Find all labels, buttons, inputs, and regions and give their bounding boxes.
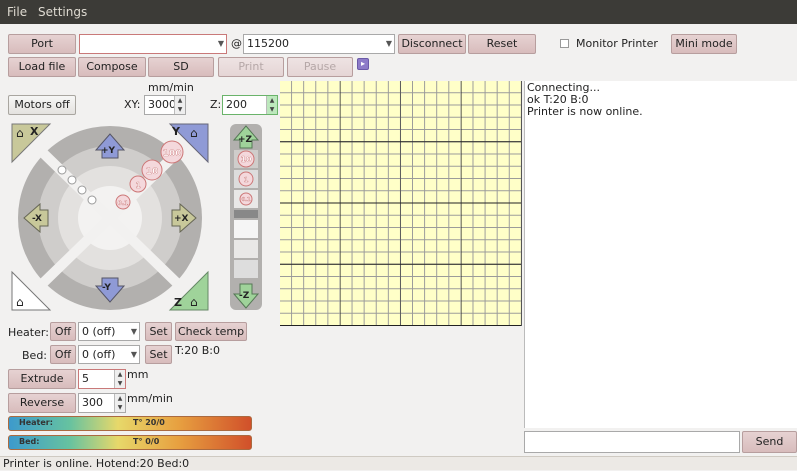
motors-off-button[interactable]: Motors off xyxy=(8,95,76,115)
step-100-label: 100 xyxy=(163,149,182,159)
plus-x-label: +X xyxy=(174,214,189,224)
feedrate-units-label: mm/min xyxy=(148,81,194,94)
heater-label: Heater: xyxy=(8,326,49,339)
baud-select[interactable]: 115200 ▼ xyxy=(243,34,395,54)
pause-button[interactable]: Pause xyxy=(287,57,353,77)
bed-set-button[interactable]: Set xyxy=(145,345,172,364)
z-jog-bar[interactable]: +Z -Z 10 1 0.1 xyxy=(228,122,264,312)
extrude-button[interactable]: Extrude xyxy=(8,369,76,389)
plus-y-label: +Y xyxy=(101,146,116,156)
extrude-rate-value: 300 xyxy=(82,396,103,409)
bed-gauge-name: Bed: xyxy=(19,437,40,446)
z-feedrate-input[interactable]: 200 ▲ ▼ xyxy=(222,95,278,115)
heater-gauge-name: Heater: xyxy=(19,418,53,427)
home-x-icon: ⌂ xyxy=(16,126,24,140)
extrude-length-value: 5 xyxy=(82,372,89,385)
z-step-1-label: 1 xyxy=(244,176,249,184)
send-button[interactable]: Send xyxy=(742,431,797,453)
monitor-printer-checkbox[interactable] xyxy=(560,39,569,48)
home-y-icon: ⌂ xyxy=(190,126,198,140)
spin-arrows-icon[interactable]: ▲ ▼ xyxy=(114,370,125,388)
temp-readout: T:20 B:0 xyxy=(175,344,220,357)
bed-off-button[interactable]: Off xyxy=(50,345,76,364)
z-down-0-1-button[interactable] xyxy=(234,220,258,238)
bed-gauge-reading: T° 0/0 xyxy=(133,437,160,446)
home-z-icon: ⌂ xyxy=(190,295,198,309)
monitor-printer-label: Monitor Printer xyxy=(576,37,658,50)
plus-z-label: +Z xyxy=(238,135,253,145)
minus-x-label: -X xyxy=(32,214,42,224)
heater-off-button[interactable]: Off xyxy=(50,322,76,341)
home-all-icon: ⌂ xyxy=(16,295,24,309)
step-0-1-label: 0.1 xyxy=(118,200,129,207)
home-y-label: Y xyxy=(171,125,181,138)
menu-bar: File Settings xyxy=(0,0,797,24)
command-input[interactable] xyxy=(524,431,740,453)
xy-feedrate-input[interactable]: 3000 ▲ ▼ xyxy=(144,95,186,115)
z-down-1-button[interactable] xyxy=(234,240,258,258)
heater-gauge-reading: T° 20/0 xyxy=(133,418,165,427)
step-10-label: 10 xyxy=(146,167,159,177)
chevron-down-icon: ▼ xyxy=(217,39,224,48)
z-step-10-label: 10 xyxy=(240,155,252,164)
baud-select-value: 115200 xyxy=(247,37,289,50)
at-label: @ xyxy=(231,37,242,50)
bed-label: Bed: xyxy=(22,349,48,362)
menu-file[interactable]: File xyxy=(7,5,27,19)
z-down-10-button[interactable] xyxy=(234,260,258,278)
spin-arrows-icon[interactable]: ▲ ▼ xyxy=(114,394,125,412)
minus-z-label: -Z xyxy=(239,291,250,301)
heater-gauge: Heater: T° 20/0 xyxy=(8,416,252,431)
menu-settings[interactable]: Settings xyxy=(38,5,87,19)
xy-feedrate-label: XY: xyxy=(124,98,141,111)
extrude-rate-input[interactable]: 300 ▲ ▼ xyxy=(78,393,126,413)
minus-y-label: -Y xyxy=(102,283,111,293)
recover-icon[interactable]: ▸ xyxy=(357,58,369,70)
reverse-button[interactable]: Reverse xyxy=(8,393,76,413)
z-feedrate-label: Z: xyxy=(210,98,222,111)
heater-temp-select[interactable]: 0 (off) ▼ xyxy=(78,322,140,341)
print-button[interactable]: Print xyxy=(218,57,284,77)
extrude-unit-label: mm xyxy=(127,368,149,381)
z-feedrate-value: 200 xyxy=(226,98,247,111)
z-step-0-1-label: 0.1 xyxy=(242,197,251,203)
extrude-rate-unit-label: mm/min xyxy=(127,392,173,405)
xy-feedrate-value: 3000 xyxy=(148,98,176,111)
compose-button[interactable]: Compose xyxy=(78,57,146,77)
mini-mode-button[interactable]: Mini mode xyxy=(671,34,737,54)
port-button[interactable]: Port xyxy=(8,34,76,54)
extrude-length-input[interactable]: 5 ▲ ▼ xyxy=(78,369,126,389)
reset-button[interactable]: Reset xyxy=(468,34,536,54)
sd-button[interactable]: SD xyxy=(148,57,214,77)
bed-temp-value: 0 (off) xyxy=(82,348,116,361)
status-bar: Printer is online. Hotend:20 Bed:0 xyxy=(0,456,797,470)
disconnect-button[interactable]: Disconnect xyxy=(398,34,466,54)
home-x-label: X xyxy=(30,125,39,138)
bed-temp-select[interactable]: 0 (off) ▼ xyxy=(78,345,140,364)
spin-arrows-icon[interactable]: ▲ ▼ xyxy=(174,96,185,114)
check-temp-button[interactable]: Check temp xyxy=(175,322,247,341)
spin-arrows-icon[interactable]: ▲ ▼ xyxy=(266,96,277,114)
heater-temp-value: 0 (off) xyxy=(82,325,116,338)
load-file-button[interactable]: Load file xyxy=(8,57,76,77)
heater-set-button[interactable]: Set xyxy=(145,322,172,341)
chevron-down-icon: ▼ xyxy=(130,327,137,336)
chevron-down-icon: ▼ xyxy=(130,350,137,359)
bed-gauge: Bed: T° 0/0 xyxy=(8,435,252,450)
home-z-label: Z xyxy=(174,296,182,309)
console-log: Connecting... ok T:20 B:0 Printer is now… xyxy=(524,81,797,428)
print-bed-grid[interactable] xyxy=(280,81,522,326)
step-1-label: 1 xyxy=(135,181,141,190)
chevron-down-icon: ▼ xyxy=(385,39,392,48)
port-select[interactable]: ▼ xyxy=(79,34,227,54)
xy-jog-dial[interactable]: ⌂ X Y ⌂ Z ⌂ ⌂ +Y -Y -X +X 100 10 1 0.1 xyxy=(10,122,210,312)
